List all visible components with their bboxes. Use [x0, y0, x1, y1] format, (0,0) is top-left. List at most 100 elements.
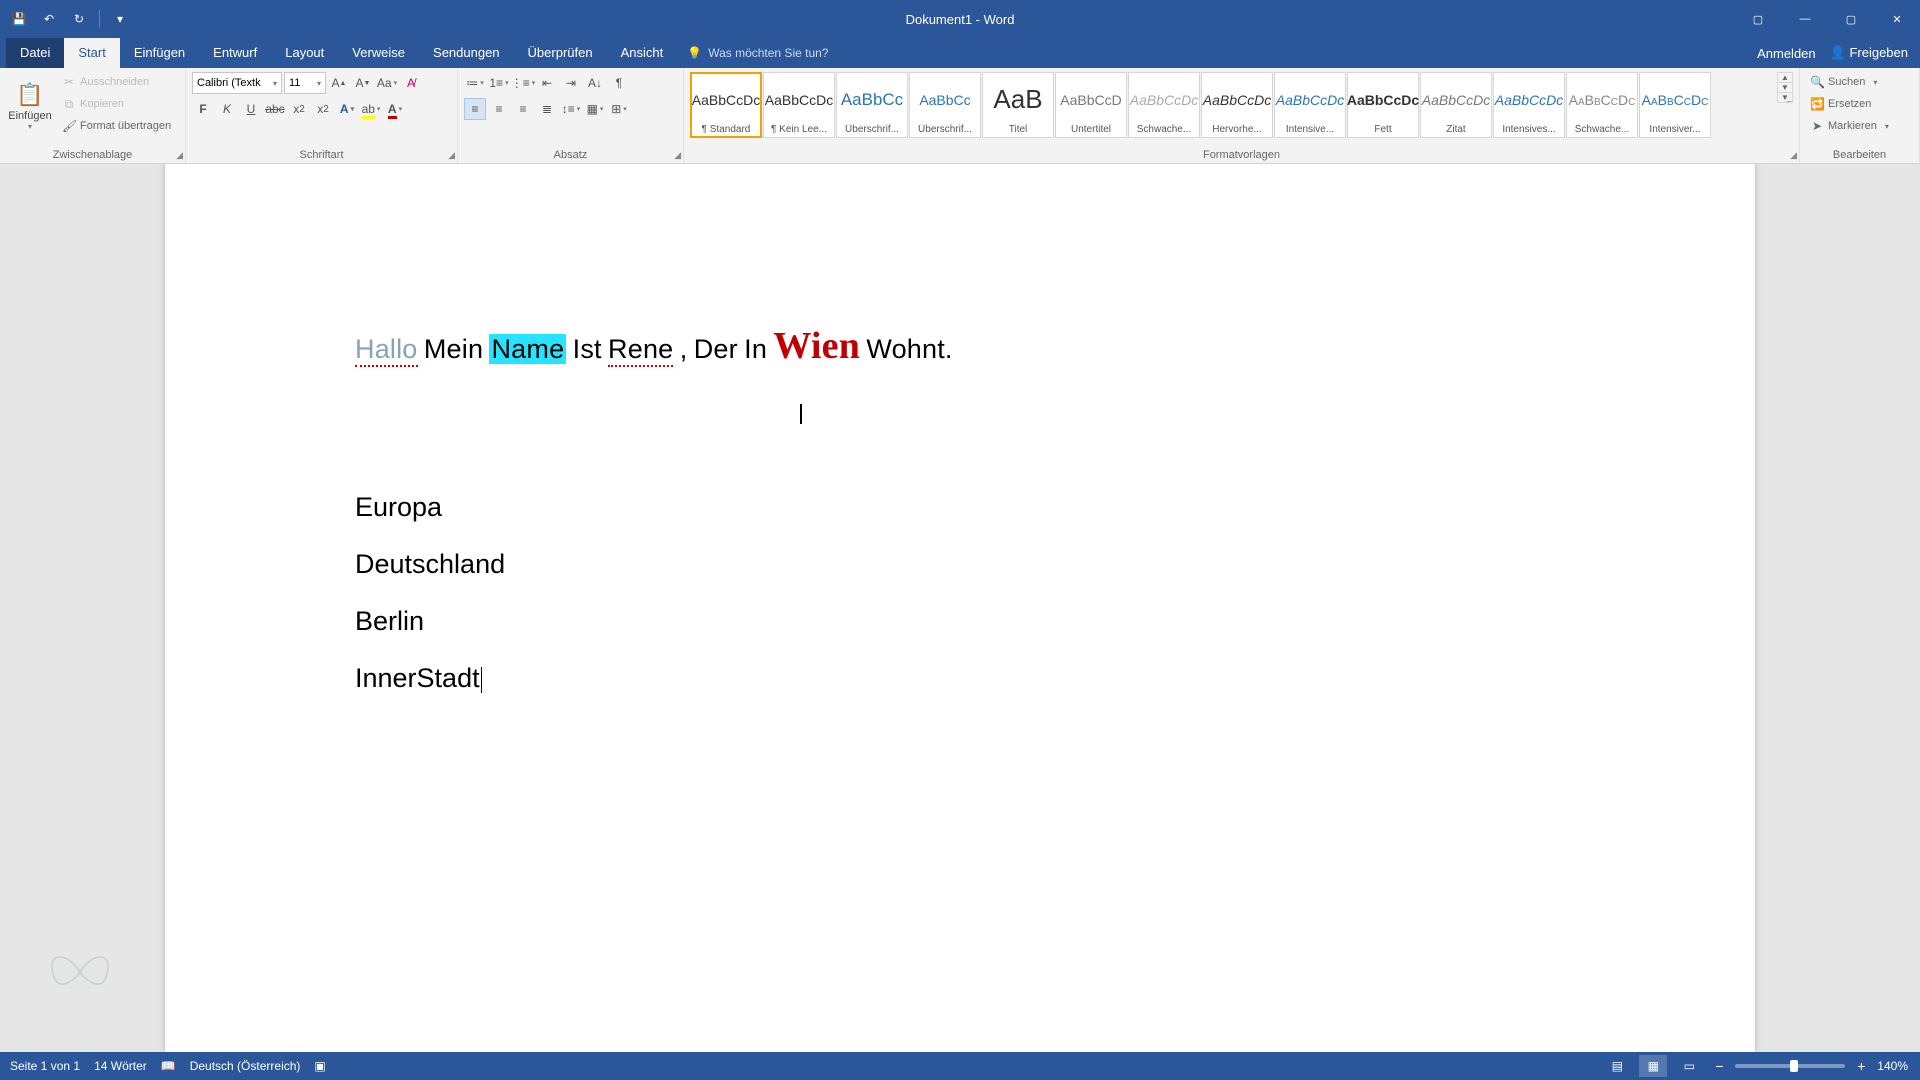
print-layout-button[interactable]: ▦	[1639, 1055, 1667, 1077]
paragraph-launcher[interactable]: ◢	[674, 150, 681, 161]
word-der[interactable]: Der	[694, 334, 738, 364]
superscript-button[interactable]: x2	[312, 98, 334, 120]
word-in[interactable]: In	[744, 334, 767, 364]
style-zitat[interactable]: AaBbCcDcZitat	[1420, 72, 1492, 138]
find-button[interactable]: 🔍Suchen▾	[1806, 72, 1893, 92]
maximize-button[interactable]: ▢	[1828, 0, 1874, 38]
document-workspace[interactable]: Hallo Mein Name Ist Rene , Der In Wien W…	[0, 164, 1920, 1052]
copy-button[interactable]: ⧉Kopieren	[58, 94, 175, 114]
clipboard-launcher[interactable]: ◢	[176, 150, 183, 161]
word-ist[interactable]: Ist	[573, 334, 602, 364]
select-button[interactable]: ➤Markieren▾	[1806, 116, 1893, 136]
replace-button[interactable]: 🔁Ersetzen	[1806, 94, 1893, 114]
zoom-out-button[interactable]: −	[1711, 1058, 1727, 1074]
tab-file[interactable]: Datei	[6, 38, 64, 68]
word-hallo[interactable]: Hallo	[355, 334, 418, 367]
styles-launcher[interactable]: ◢	[1790, 150, 1797, 161]
save-button[interactable]: 💾	[6, 7, 32, 31]
gallery-more-button[interactable]: ▼̲	[1778, 93, 1792, 102]
minimize-button[interactable]: —	[1782, 0, 1828, 38]
subscript-button[interactable]: x2	[288, 98, 310, 120]
grow-font-button[interactable]: A▲	[328, 72, 350, 94]
close-button[interactable]: ✕	[1874, 0, 1920, 38]
style---standard[interactable]: AaBbCcDc¶ Standard	[690, 72, 762, 138]
zoom-in-button[interactable]: +	[1853, 1058, 1869, 1074]
page[interactable]: Hallo Mein Name Ist Rene , Der In Wien W…	[165, 164, 1755, 1052]
gallery-down-button[interactable]: ▼	[1778, 83, 1792, 93]
tab-insert[interactable]: Einfügen	[120, 38, 199, 68]
style-fett[interactable]: AaBbCcDcFett	[1347, 72, 1419, 138]
list-item[interactable]: Berlin	[355, 606, 1565, 637]
word-comma[interactable]: ,	[680, 334, 688, 364]
underline-button[interactable]: U	[240, 98, 262, 120]
empty-paragraph[interactable]	[355, 368, 1565, 422]
sign-in-link[interactable]: Anmelden	[1757, 46, 1816, 61]
shrink-font-button[interactable]: A▼	[352, 72, 374, 94]
style-gallery[interactable]: AaBbCcDc¶ StandardAaBbCcDc¶ Kein Lee...A…	[690, 72, 1773, 138]
word-rene[interactable]: Rene	[608, 334, 673, 367]
style-schwache---[interactable]: AaBbCcDcSchwache...	[1566, 72, 1638, 138]
style-untertitel[interactable]: AaBbCcDUntertitel	[1055, 72, 1127, 138]
align-right-button[interactable]: ≡	[512, 98, 534, 120]
format-painter-button[interactable]: 🖌Format übertragen	[58, 116, 175, 136]
paragraph-1[interactable]: Hallo Mein Name Ist Rene , Der In Wien W…	[355, 324, 1565, 368]
customize-qat-button[interactable]: ▾	[107, 7, 133, 31]
share-button[interactable]: 👤 Freigeben	[1830, 45, 1908, 61]
tell-me-search[interactable]: 💡 Was möchten Sie tun?	[677, 38, 838, 68]
list-item[interactable]: InnerStadt	[355, 663, 1565, 694]
font-launcher[interactable]: ◢	[448, 150, 455, 161]
tab-design[interactable]: Entwurf	[199, 38, 271, 68]
style-hervorhe---[interactable]: AaBbCcDcHervorhe...	[1201, 72, 1273, 138]
style--berschrif---[interactable]: AaBbCcÜberschrif...	[909, 72, 981, 138]
word-wien[interactable]: Wien	[773, 325, 860, 367]
style--berschrif---[interactable]: AaBbCcÜberschrif...	[836, 72, 908, 138]
line-spacing-button[interactable]: ↕≡	[560, 98, 582, 120]
web-layout-button[interactable]: ▭	[1675, 1055, 1703, 1077]
undo-button[interactable]: ↶	[36, 7, 62, 31]
zoom-thumb[interactable]	[1790, 1060, 1798, 1072]
list-item[interactable]: Deutschland	[355, 549, 1565, 580]
ribbon-display-options-button[interactable]: ▢	[1738, 0, 1778, 38]
multilevel-list-button[interactable]: ⋮≡	[512, 72, 534, 94]
style-titel[interactable]: AaBTitel	[982, 72, 1054, 138]
paste-button[interactable]: 📋 Einfügen ▾	[6, 72, 54, 140]
borders-button[interactable]: ⊞	[608, 98, 630, 120]
read-mode-button[interactable]: ▤	[1603, 1055, 1631, 1077]
text-effects-button[interactable]: A	[336, 98, 358, 120]
italic-button[interactable]: K	[216, 98, 238, 120]
justify-button[interactable]: ≣	[536, 98, 558, 120]
style---kein-lee---[interactable]: AaBbCcDc¶ Kein Lee...	[763, 72, 835, 138]
strikethrough-button[interactable]: abc	[264, 98, 286, 120]
macro-button[interactable]: ▣	[314, 1059, 325, 1073]
zoom-level[interactable]: 140%	[1877, 1059, 1908, 1073]
font-size-combo[interactable]: 11▾	[284, 72, 326, 94]
list-block[interactable]: Europa Deutschland Berlin InnerStadt	[355, 492, 1565, 694]
spellcheck-button[interactable]: 📖	[161, 1059, 176, 1073]
gallery-up-button[interactable]: ▲	[1778, 73, 1792, 83]
word-count[interactable]: 14 Wörter	[94, 1059, 147, 1073]
tab-layout[interactable]: Layout	[271, 38, 338, 68]
font-name-combo[interactable]: Calibri (Textk▾	[192, 72, 282, 94]
font-color-button[interactable]: A	[384, 98, 406, 120]
numbering-button[interactable]: 1≡	[488, 72, 510, 94]
style-intensives---[interactable]: AaBbCcDcIntensives...	[1493, 72, 1565, 138]
word-name-highlighted[interactable]: Name	[489, 334, 566, 364]
decrease-indent-button[interactable]: ⇤	[536, 72, 558, 94]
show-marks-button[interactable]: ¶	[608, 72, 630, 94]
cut-button[interactable]: ✂Ausschneiden	[58, 72, 175, 92]
change-case-button[interactable]: Aa	[376, 72, 398, 94]
style-schwache---[interactable]: AaBbCcDcSchwache...	[1128, 72, 1200, 138]
bullets-button[interactable]: ≔	[464, 72, 486, 94]
tab-view[interactable]: Ansicht	[607, 38, 678, 68]
align-left-button[interactable]: ≡	[464, 98, 486, 120]
tab-references[interactable]: Verweise	[338, 38, 419, 68]
sort-button[interactable]: A↓	[584, 72, 606, 94]
style-intensive---[interactable]: AaBbCcDcIntensive...	[1274, 72, 1346, 138]
redo-button[interactable]: ↻	[66, 7, 92, 31]
word-mein[interactable]: Mein	[424, 334, 483, 364]
style-intensiver---[interactable]: AaBbCcDcIntensiver...	[1639, 72, 1711, 138]
zoom-slider[interactable]	[1735, 1064, 1845, 1068]
word-wohnt[interactable]: Wohnt.	[866, 334, 952, 364]
bold-button[interactable]: F	[192, 98, 214, 120]
page-indicator[interactable]: Seite 1 von 1	[10, 1059, 80, 1073]
